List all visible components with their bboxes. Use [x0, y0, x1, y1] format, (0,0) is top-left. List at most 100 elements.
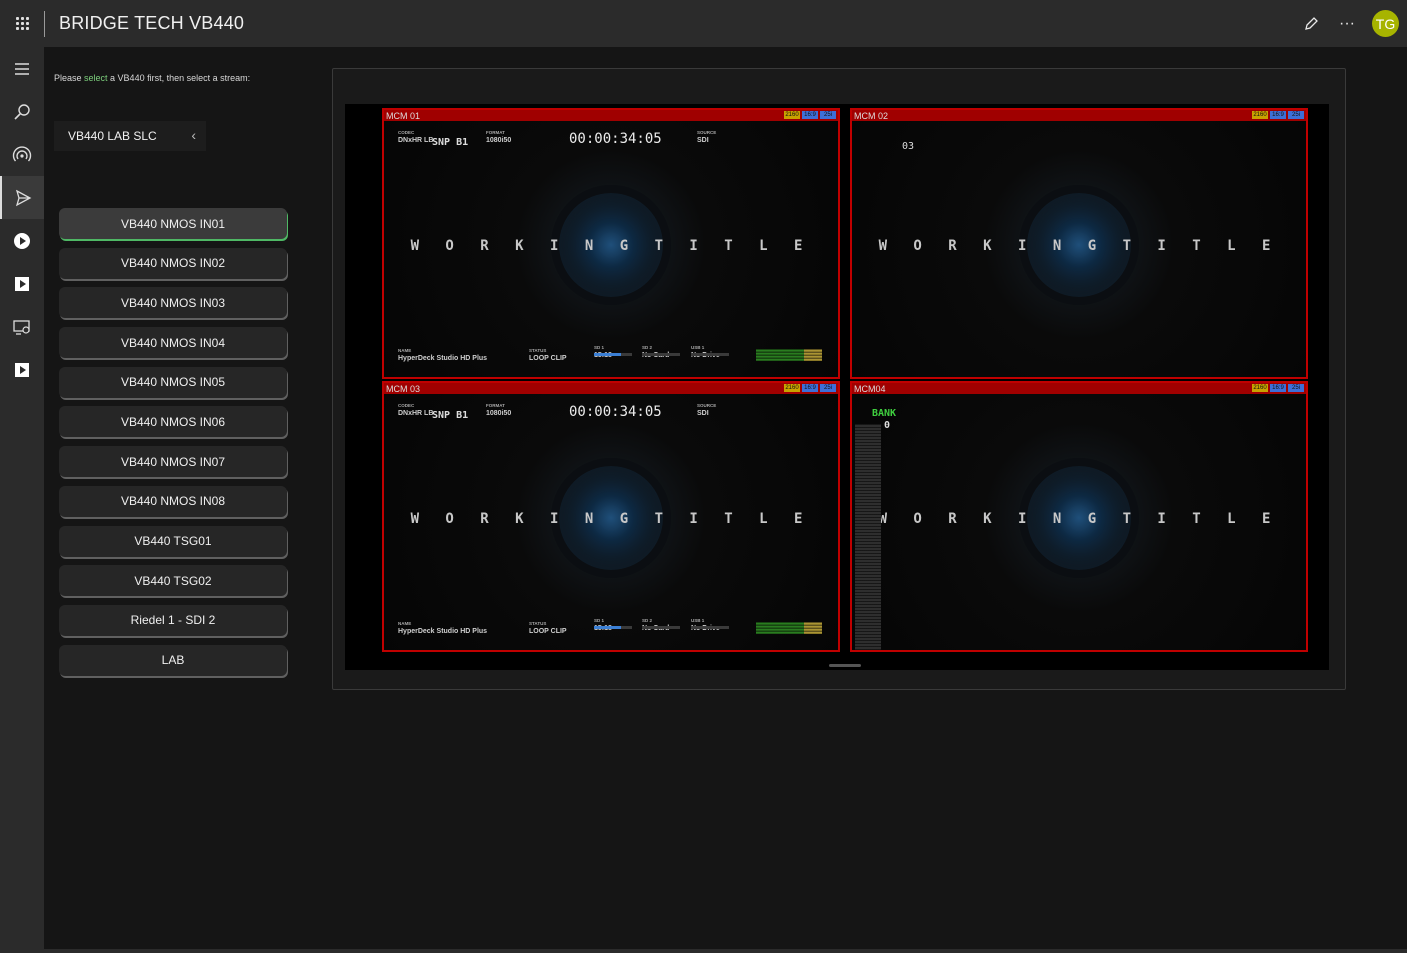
timecode: 00:00:34:05 [569, 131, 662, 147]
bank-value: 0 [884, 420, 891, 431]
bank-readout: BANK 0 [872, 408, 896, 432]
tile-badge: 25i [820, 384, 836, 392]
usb-info: USB 1No Drive [691, 617, 720, 633]
status-info-label: STATUS [529, 348, 547, 353]
name-info-label: NAME [398, 348, 412, 353]
top-bar: BRIDGE TECH VB440 ··· TG [0, 0, 1407, 47]
timecode: 00:00:34:05 [569, 404, 662, 420]
play-square-icon[interactable] [0, 348, 44, 391]
sd1-info: SD 115:18 [594, 344, 612, 360]
source-info: SOURCE SDI [697, 129, 716, 145]
name-info: NAME HyperDeck Studio HD Plus [398, 347, 487, 363]
stream-button[interactable]: VB440 NMOS IN01 [59, 208, 287, 239]
slate-title: W O R K I N G T I T L E [410, 238, 812, 254]
stream-button[interactable]: VB440 NMOS IN03 [59, 287, 287, 319]
app-launcher-icon[interactable] [0, 0, 44, 47]
tile-badge: 25i [1288, 111, 1304, 119]
audio-meter [756, 622, 822, 634]
tile-header: MCM04 2160 16:9 25i [852, 383, 1306, 394]
menu-icon[interactable] [0, 47, 44, 90]
format-info: FORMAT 1080i50 [486, 402, 511, 418]
tile-badge: 2160 [784, 111, 800, 119]
chevron-left-icon[interactable]: ‹ [191, 127, 196, 143]
selection-hint: Please select a VB440 first, then select… [54, 73, 254, 83]
codec-info-value: DNxHR LB [398, 410, 434, 417]
stream-button[interactable]: VB440 NMOS IN05 [59, 366, 287, 398]
format-info: FORMAT 1080i50 [486, 129, 511, 145]
snp-label: SNP B1 [432, 137, 469, 148]
source-info-value: SDI [697, 410, 709, 417]
send-icon[interactable] [0, 176, 44, 219]
snp-label: SNP B1 [432, 410, 469, 421]
codec-info: CODEC DNxHR LB [398, 129, 433, 145]
hint-select-link[interactable]: select [84, 73, 108, 83]
audio-vu-column [855, 424, 881, 650]
codec-info-value: DNxHR LB [398, 137, 434, 144]
video-scroll-indicator[interactable] [829, 664, 861, 667]
broadcast-icon[interactable] [0, 133, 44, 176]
name-info: NAME HyperDeck Studio HD Plus [398, 620, 487, 636]
search-icon[interactable] [0, 90, 44, 133]
main-panel: Please select a VB440 first, then select… [44, 47, 1407, 949]
stream-button[interactable]: Riedel 1 - SDI 2 [59, 604, 287, 636]
format-info-value: 1080i50 [486, 410, 512, 417]
audio-meter [756, 349, 822, 361]
stream-button[interactable]: VB440 TSG02 [59, 565, 287, 597]
storage-bar [642, 626, 680, 629]
title-divider [44, 10, 45, 37]
tile-badge: 16:9 [802, 384, 818, 392]
name-info-label: NAME [398, 621, 412, 626]
pencil-icon[interactable] [1300, 13, 1322, 35]
tile-badges: 2160 16:9 25i [1252, 384, 1304, 392]
video-tile[interactable]: MCM04 2160 16:9 25i W O R K I N G T I T L E B… [850, 381, 1308, 652]
tile-video-frame: W O R K I N G T I T L E CODEC DNxHR LB SNP … [384, 394, 838, 650]
storage-bar [691, 353, 729, 356]
video-tile[interactable]: MCM 02 2160 16:9 25i W O R K I N G T I T L E… [850, 108, 1308, 379]
codec-info-label: CODEC [398, 403, 415, 408]
play-circle-icon[interactable] [0, 219, 44, 262]
ellipsis-icon[interactable]: ··· [1336, 13, 1358, 35]
device-selector[interactable]: VB440 LAB SLC ‹ [54, 121, 206, 151]
avatar[interactable]: TG [1372, 10, 1399, 37]
tile-video-frame: W O R K I N G T I T L E 03 [852, 121, 1306, 377]
tile-badge: 2160 [784, 384, 800, 392]
stream-button[interactable]: VB440 NMOS IN08 [59, 485, 287, 517]
hint-text-post: a VB440 first, then select a stream: [107, 73, 251, 83]
status-info-label: STATUS [529, 621, 547, 626]
stream-button[interactable]: LAB [59, 644, 287, 676]
video-tile[interactable]: MCM 03 2160 16:9 25i W O R K I N G T I T L E… [382, 381, 840, 652]
name-info-value: HyperDeck Studio HD Plus [398, 355, 488, 362]
tile-header: MCM 03 2160 16:9 25i [384, 383, 838, 394]
usb-info: USB 1No Drive [691, 344, 720, 360]
stream-button[interactable]: VB440 NMOS IN04 [59, 327, 287, 359]
format-info-label: FORMAT [486, 403, 505, 408]
tile-badge: 25i [820, 111, 836, 119]
app-title: BRIDGE TECH VB440 [59, 13, 245, 33]
tile-badge: 2160 [1252, 111, 1268, 119]
tile-badge: 2160 [1252, 384, 1268, 392]
usb-info-label: USB 1 [691, 345, 705, 350]
play-square-icon[interactable] [0, 262, 44, 305]
cast-icon[interactable] [0, 305, 44, 348]
format-info-value: 1080i50 [486, 137, 512, 144]
status-info: STATUS LOOP CLIP [529, 347, 567, 363]
top-right-actions: ··· TG [1300, 0, 1399, 47]
source-info-value: SDI [697, 137, 709, 144]
storage-bar [594, 353, 632, 356]
usb-info-label: USB 1 [691, 618, 705, 623]
source-info: SOURCE SDI [697, 402, 716, 418]
stream-button[interactable]: VB440 TSG01 [59, 525, 287, 557]
stream-button[interactable]: VB440 NMOS IN06 [59, 406, 287, 438]
sd2-info: SD 2No Card [642, 344, 669, 360]
sd1-info: SD 115:18 [594, 617, 612, 633]
status-info-value: LOOP CLIP [529, 355, 567, 362]
tile-badge: 16:9 [1270, 384, 1286, 392]
tile-header: MCM 02 2160 16:9 25i [852, 110, 1306, 121]
stream-button[interactable]: VB440 NMOS IN07 [59, 446, 287, 478]
stream-button[interactable]: VB440 NMOS IN02 [59, 247, 287, 279]
tile-badge: 25i [1288, 384, 1304, 392]
tile-label: MCM 01 [386, 110, 421, 121]
video-tile[interactable]: MCM 01 2160 16:9 25i W O R K I N G T I T L E… [382, 108, 840, 379]
slate-title: W O R K I N G T I T L E [878, 511, 1280, 527]
storage-bar [594, 626, 632, 629]
